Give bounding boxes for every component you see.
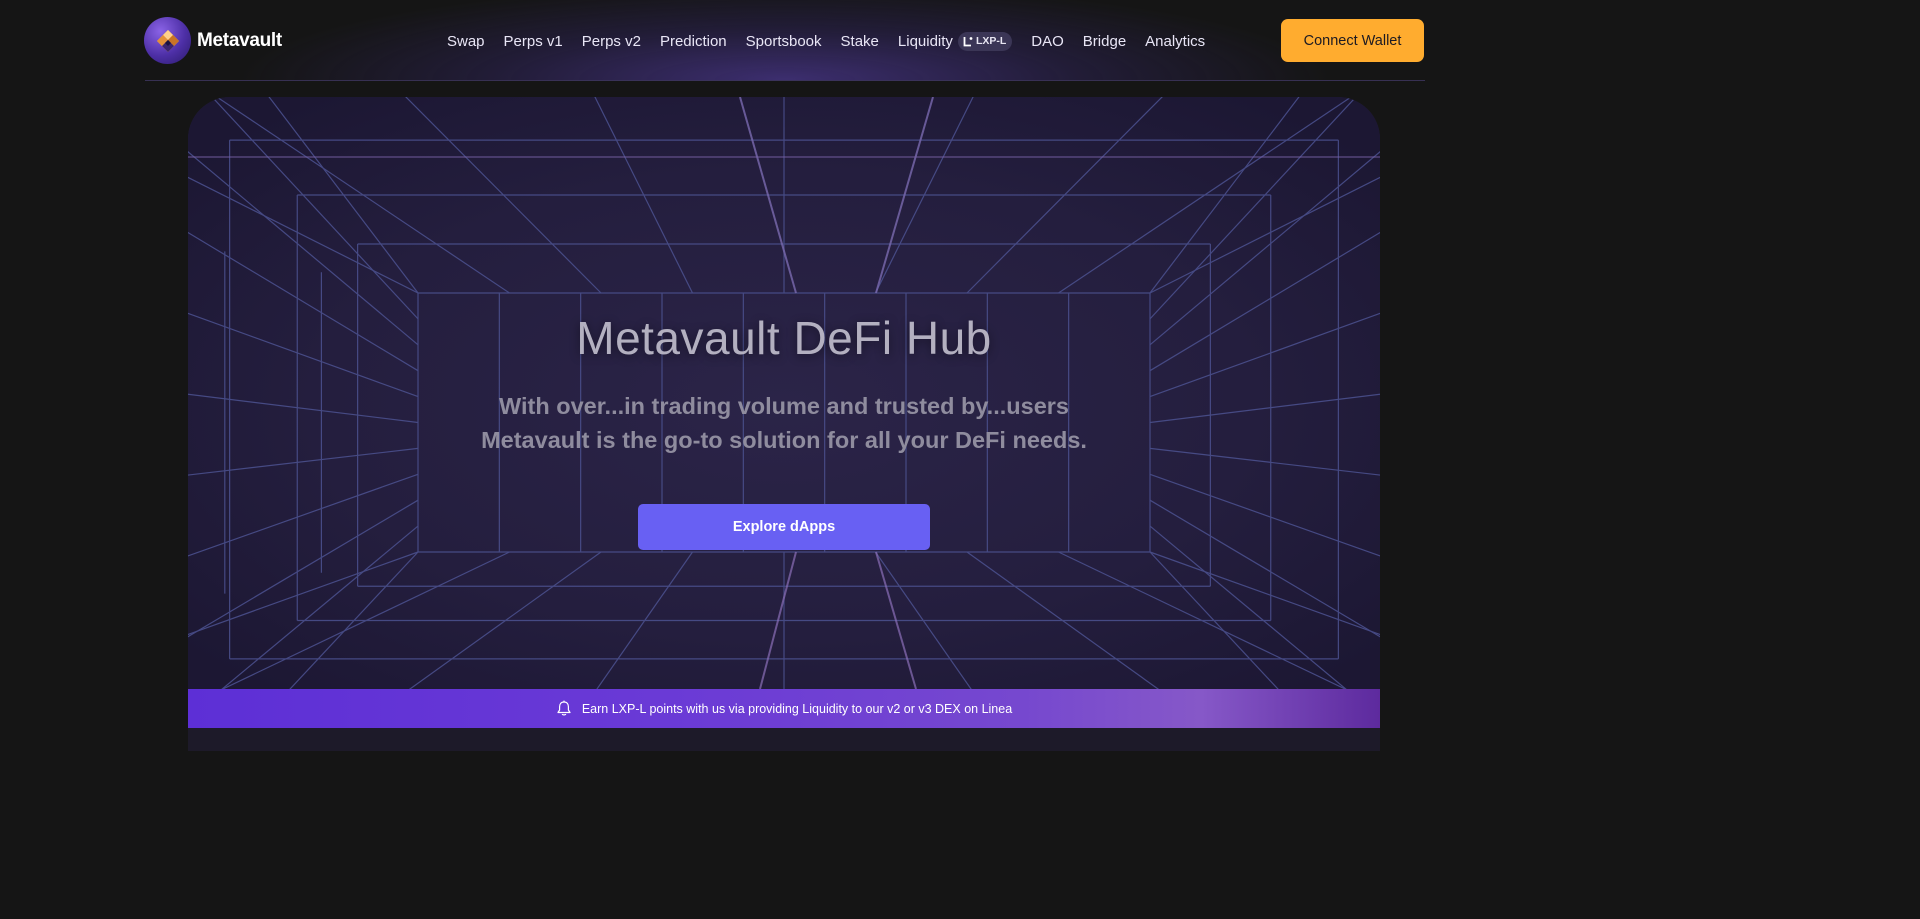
logo-text: Metavault <box>197 29 282 51</box>
nav-item-analytics[interactable]: Analytics <box>1136 33 1215 50</box>
connect-wallet-button[interactable]: Connect Wallet <box>1281 19 1424 62</box>
nav-item-perps-v1[interactable]: Perps v1 <box>494 33 572 50</box>
hero-subtitle-line1: With over...in trading volume and truste… <box>499 393 1069 419</box>
announcement-banner[interactable]: Earn LXP-L points with us via providing … <box>188 689 1380 728</box>
banner-text: Earn LXP-L points with us via providing … <box>581 701 1013 716</box>
nav-item-prediction[interactable]: Prediction <box>650 33 736 50</box>
content-below-fold <box>188 728 1380 751</box>
nav-item-bridge[interactable]: Bridge <box>1073 33 1135 50</box>
nav-item-sportsbook[interactable]: Sportsbook <box>736 33 831 50</box>
nav-item-stake[interactable]: Stake <box>831 33 888 50</box>
nav-item-liquidity[interactable]: Liquidity LXP-L <box>888 31 1021 51</box>
hero-title: Metavault DeFi Hub <box>576 312 992 364</box>
lxp-badge: LXP-L <box>957 31 1013 51</box>
main-nav: Swap Perps v1 Perps v2 Prediction Sports… <box>447 28 1215 54</box>
nav-item-perps-v2[interactable]: Perps v2 <box>572 33 650 50</box>
nav-item-liquidity-label: Liquidity <box>897 32 953 50</box>
nav-item-swap[interactable]: Swap <box>447 33 494 50</box>
lxp-badge-label: LXP-L <box>975 35 1007 47</box>
bell-icon <box>557 700 571 716</box>
nav-item-dao[interactable]: DAO <box>1022 33 1074 50</box>
metavault-logo-icon <box>144 17 191 64</box>
logo[interactable]: Metavault <box>144 17 282 64</box>
explore-dapps-button[interactable]: Explore dApps <box>638 504 930 550</box>
hero-subtitle-line2: Metavault is the go-to solution for all … <box>481 427 1087 453</box>
linea-icon <box>963 36 973 46</box>
hero-section: Metavault DeFi Hub With over...in tradin… <box>188 97 1380 689</box>
top-header: Metavault Swap Perps v1 Perps v2 Predict… <box>0 0 1568 81</box>
